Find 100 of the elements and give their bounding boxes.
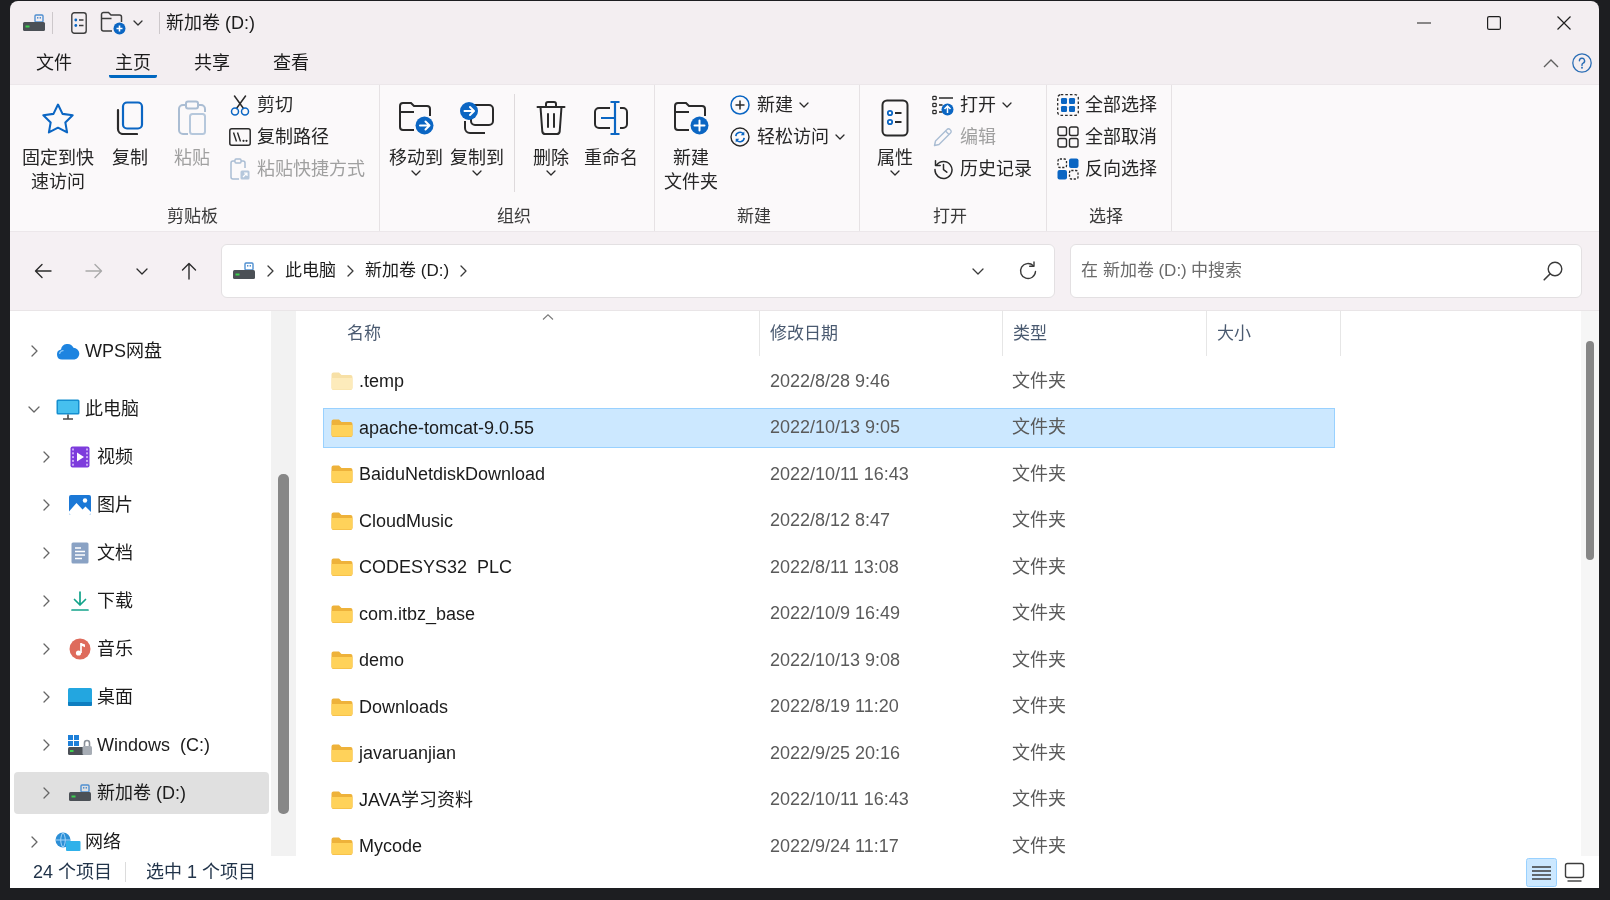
- maximize-icon[interactable]: [1487, 15, 1501, 30]
- chevron-up-icon[interactable]: [1543, 58, 1559, 68]
- file-row[interactable]: .temp 2022/8/28 9:46 文件夹: [323, 361, 1335, 401]
- nav-item[interactable]: 此电脑: [14, 388, 269, 430]
- nav-item[interactable]: 视频: [14, 436, 269, 478]
- minimize-icon[interactable]: [1417, 21, 1431, 24]
- group-label: 剪贴板: [166, 206, 219, 228]
- column-header[interactable]: 修改日期: [760, 311, 1003, 356]
- refresh-icon[interactable]: [1018, 261, 1038, 281]
- details-view-icon[interactable]: [1526, 857, 1557, 887]
- copy-path-icon: [229, 128, 251, 146]
- caret-down-icon[interactable]: [136, 267, 148, 275]
- caret-down-icon[interactable]: [972, 267, 984, 275]
- file-row[interactable]: javaruanjian 2022/9/25 20:16 文件夹: [323, 733, 1335, 773]
- document-icon: [71, 542, 89, 564]
- ribbon-button[interactable]: 全部取消: [1057, 121, 1157, 153]
- help-icon[interactable]: [1572, 53, 1592, 73]
- chevron-right-icon[interactable]: [267, 265, 274, 277]
- chevron-right-icon[interactable]: [42, 643, 50, 655]
- ribbon-button[interactable]: 复制到: [448, 99, 506, 176]
- breadcrumb[interactable]: 此电脑: [285, 259, 336, 283]
- ribbon-button[interactable]: 移动到: [387, 99, 445, 176]
- chevron-right-icon[interactable]: [42, 547, 50, 559]
- file-row[interactable]: demo 2022/10/13 9:08 文件夹: [323, 640, 1335, 680]
- file-row[interactable]: Mycode 2022/9/24 11:17 文件夹: [323, 826, 1335, 856]
- nav-item[interactable]: 网络: [14, 822, 269, 856]
- file-row[interactable]: BaiduNetdiskDownload 2022/10/11 16:43 文件夹: [323, 454, 1335, 494]
- chevron-right-icon[interactable]: [30, 836, 38, 848]
- file-row[interactable]: CloudMusic 2022/8/12 8:47 文件夹: [323, 500, 1335, 541]
- chevron-right-icon[interactable]: [42, 739, 50, 751]
- caret-icon: [546, 170, 556, 176]
- nav-item[interactable]: 音乐: [14, 628, 269, 670]
- drive-icon: [68, 784, 92, 802]
- ribbon-button[interactable]: 反向选择: [1057, 153, 1157, 185]
- ribbon-button[interactable]: 轻松访问: [729, 121, 845, 153]
- ribbon-button[interactable]: 固定到快 速访问: [20, 99, 96, 194]
- ribbon-button[interactable]: 属性: [867, 99, 923, 176]
- file-row[interactable]: JAVA学习资料 2022/10/11 16:43 文件夹: [323, 779, 1335, 820]
- ribbon-button[interactable]: 复制路径: [229, 121, 365, 153]
- ribbon-button[interactable]: 新建: [729, 89, 845, 121]
- ribbon-button[interactable]: 重命名: [582, 99, 640, 170]
- chevron-right-icon[interactable]: [460, 265, 468, 277]
- chevron-right-icon[interactable]: [42, 451, 50, 463]
- ribbon-tab[interactable]: 主页: [109, 51, 157, 78]
- search-icon[interactable]: [1543, 261, 1563, 281]
- nav-item[interactable]: WPS网盘: [14, 330, 269, 372]
- file-row[interactable]: apache-tomcat-9.0.55 2022/10/13 9:05 文件夹: [323, 407, 1335, 448]
- caret-down-icon[interactable]: [133, 19, 143, 26]
- ribbon-button[interactable]: 全部选择: [1057, 89, 1157, 121]
- drive-icon[interactable]: [22, 13, 46, 32]
- scrollbar-thumb[interactable]: [1586, 341, 1594, 560]
- ribbon-button[interactable]: 删除: [523, 99, 579, 176]
- new-folder-icon[interactable]: [100, 10, 126, 35]
- chevron-right-icon[interactable]: [42, 499, 50, 511]
- search-field[interactable]: 在 新加卷 (D:) 中搜索: [1070, 244, 1582, 298]
- ribbon-button[interactable]: 打开: [932, 89, 1032, 121]
- caret-icon: [799, 102, 809, 108]
- address-bar[interactable]: 此电脑 新加卷 (D:): [221, 244, 1055, 298]
- ribbon-tab[interactable]: 文件: [30, 51, 78, 78]
- column-header[interactable]: 类型: [1003, 311, 1207, 356]
- item-type: 文件夹: [1012, 789, 1066, 809]
- ribbon-tab[interactable]: 查看: [267, 51, 315, 78]
- chevron-right-icon[interactable]: [42, 595, 50, 607]
- chevron-right-icon[interactable]: [42, 691, 50, 703]
- nav-item[interactable]: 下载: [14, 580, 269, 622]
- close-icon[interactable]: [1557, 15, 1571, 30]
- breadcrumb[interactable]: 新加卷 (D:): [365, 259, 450, 283]
- file-row[interactable]: CODESYS32 PLC 2022/8/11 13:08 文件夹: [323, 547, 1335, 587]
- nav-item[interactable]: 新加卷 (D:): [14, 772, 269, 814]
- ribbon-button[interactable]: 历史记录: [932, 153, 1032, 185]
- ribbon-button[interactable]: 复制: [102, 99, 158, 170]
- chevron-right-icon[interactable]: [347, 265, 354, 277]
- item-type: 文件夹: [1012, 463, 1066, 484]
- nav-item[interactable]: 图片: [14, 484, 269, 526]
- monitor-icon: [56, 398, 80, 420]
- ribbon-button[interactable]: 新建 文件夹: [662, 99, 720, 194]
- file-row[interactable]: com.itbz_base 2022/10/9 16:49 文件夹: [323, 593, 1335, 634]
- file-row[interactable]: Downloads 2022/8/19 11:20 文件夹: [323, 686, 1335, 727]
- column-header[interactable]: 名称: [337, 311, 760, 356]
- ribbon-button[interactable]: 剪切: [229, 89, 365, 121]
- ribbon-tab[interactable]: 共享: [188, 51, 236, 78]
- scrollbar-thumb[interactable]: [278, 474, 289, 814]
- nav-item[interactable]: Windows (C:): [14, 724, 269, 766]
- chevron-right-icon[interactable]: [30, 345, 38, 357]
- select-none-icon: [1057, 126, 1079, 148]
- item-type: 文件夹: [1012, 510, 1066, 530]
- open-icon: [932, 94, 954, 116]
- copy-icon: [116, 101, 144, 135]
- up-arrow-icon[interactable]: [181, 262, 197, 280]
- music-icon: [69, 638, 91, 660]
- file-name: com.itbz_base: [359, 603, 476, 624]
- item-type: 文件夹: [1012, 696, 1066, 716]
- nav-item[interactable]: 文档: [14, 532, 269, 574]
- item-type: 文件夹: [1012, 836, 1066, 856]
- properties-icon[interactable]: [71, 11, 87, 34]
- back-arrow-icon[interactable]: [34, 263, 52, 279]
- chevron-down-icon[interactable]: [28, 405, 40, 413]
- column-header[interactable]: 大小: [1207, 311, 1341, 356]
- drive-icon: [232, 262, 256, 280]
- nav-item[interactable]: 桌面: [14, 676, 269, 718]
